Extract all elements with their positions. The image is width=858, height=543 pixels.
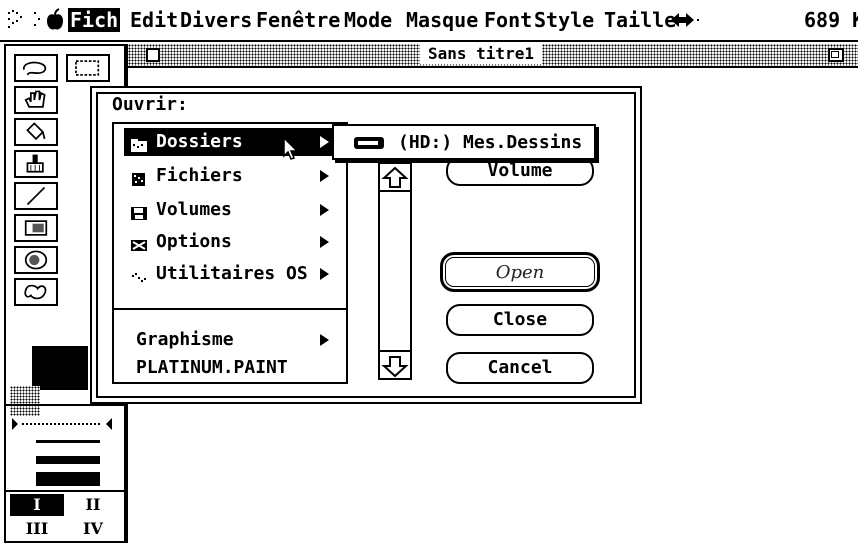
desktop-icon[interactable] <box>6 8 28 32</box>
cancel-button[interactable]: Cancel <box>446 352 594 384</box>
menu-style[interactable]: Style <box>534 8 594 32</box>
app-name-label: PLATINUM.PAINT <box>136 357 288 378</box>
menu-masque[interactable]: Masque <box>406 8 478 32</box>
menu-fenetre[interactable]: Fenêtre <box>256 8 340 32</box>
submenu-arrow-icon <box>320 136 329 148</box>
disk-icon <box>130 202 148 220</box>
menu-fichier[interactable]: Fich <box>68 8 121 32</box>
scroll-down-arrow-icon[interactable] <box>380 350 410 378</box>
menu-mode[interactable]: Mode <box>344 8 392 32</box>
file-icon <box>130 168 148 186</box>
line-width-thin[interactable] <box>36 440 100 443</box>
rectangle-tool-icon[interactable] <box>14 214 58 242</box>
submenu-arrow-icon <box>320 334 329 346</box>
palette-divider <box>6 404 124 406</box>
brush-tool-icon[interactable] <box>14 150 58 178</box>
list-divider <box>114 308 346 310</box>
menu-font[interactable]: Font <box>484 8 532 32</box>
pattern-swatch-gray[interactable] <box>10 386 40 416</box>
line-width-medium[interactable] <box>36 456 100 464</box>
dither-icon <box>32 10 42 30</box>
menu-bar: Fich Edit Divers Fenêtre Mode Masque Fon… <box>0 0 858 42</box>
hand-tool-icon[interactable] <box>14 86 58 114</box>
close-button[interactable]: Close <box>446 304 594 336</box>
utilities-icon <box>130 266 148 282</box>
submenu-arrow-icon <box>320 170 329 182</box>
menu-divers[interactable]: Divers <box>180 8 252 32</box>
options-icon <box>130 234 148 251</box>
list-item-dossiers[interactable]: Dossiers <box>124 128 338 156</box>
submenu-arrow-icon <box>320 236 329 248</box>
paint-bucket-tool-icon[interactable] <box>14 118 58 146</box>
memory-indicator: 689 K <box>804 8 858 32</box>
mode-2-button[interactable]: II <box>66 494 120 516</box>
close-box-icon[interactable] <box>146 48 160 62</box>
submenu-item-mes-dessins[interactable]: (HD:) Mes.Dessins <box>342 130 592 156</box>
fill-pattern-swatch[interactable] <box>32 346 88 390</box>
mouse-cursor-icon <box>282 136 300 162</box>
scroll-up-arrow-icon[interactable] <box>380 164 410 192</box>
file-list-scrollbar[interactable] <box>378 162 412 380</box>
volume-button[interactable]: Volume <box>446 156 594 186</box>
selection-rect-tool-icon[interactable] <box>66 54 110 82</box>
line-width-selector[interactable] <box>10 414 114 434</box>
title-bar[interactable]: Sans titre1 <box>128 44 858 68</box>
document-title: Sans titre1 <box>420 44 542 64</box>
line-width-thick[interactable] <box>36 472 100 486</box>
folder-icon <box>130 134 148 152</box>
oval-tool-icon[interactable] <box>14 246 58 274</box>
file-list[interactable]: Dossiers Fichiers Volumes Options Utilit… <box>112 122 348 384</box>
submenu-arrow-icon <box>320 204 329 216</box>
lasso-tool-icon[interactable] <box>14 54 58 82</box>
mode-3-button[interactable]: III <box>10 518 64 540</box>
mode-1-button[interactable]: I <box>10 494 64 516</box>
list-item-options[interactable]: Options <box>124 228 338 256</box>
list-item-fichiers[interactable]: Fichiers <box>124 162 338 190</box>
submenu-arrow-icon <box>320 268 329 280</box>
list-item-volumes[interactable]: Volumes <box>124 196 338 224</box>
mode-4-button[interactable]: IV <box>66 518 120 540</box>
dossiers-submenu: (HD:) Mes.Dessins <box>332 124 596 160</box>
palette-divider <box>6 490 124 492</box>
freeform-tool-icon[interactable] <box>14 278 58 306</box>
hard-disk-icon <box>354 137 384 149</box>
menu-taille[interactable]: Taille <box>604 8 676 32</box>
list-item-utilitaires[interactable]: Utilitaires OS <box>124 260 338 288</box>
zoom-box-icon[interactable] <box>828 48 844 62</box>
dialog-heading: Ouvrir: <box>112 94 188 115</box>
resize-arrows-icon[interactable] <box>670 10 700 30</box>
menu-edit[interactable]: Edit <box>130 8 178 32</box>
open-button[interactable]: Open <box>440 252 600 292</box>
line-tool-icon[interactable] <box>14 182 58 210</box>
list-item-graphisme[interactable]: Graphisme <box>124 326 338 354</box>
apple-icon[interactable] <box>44 8 66 32</box>
